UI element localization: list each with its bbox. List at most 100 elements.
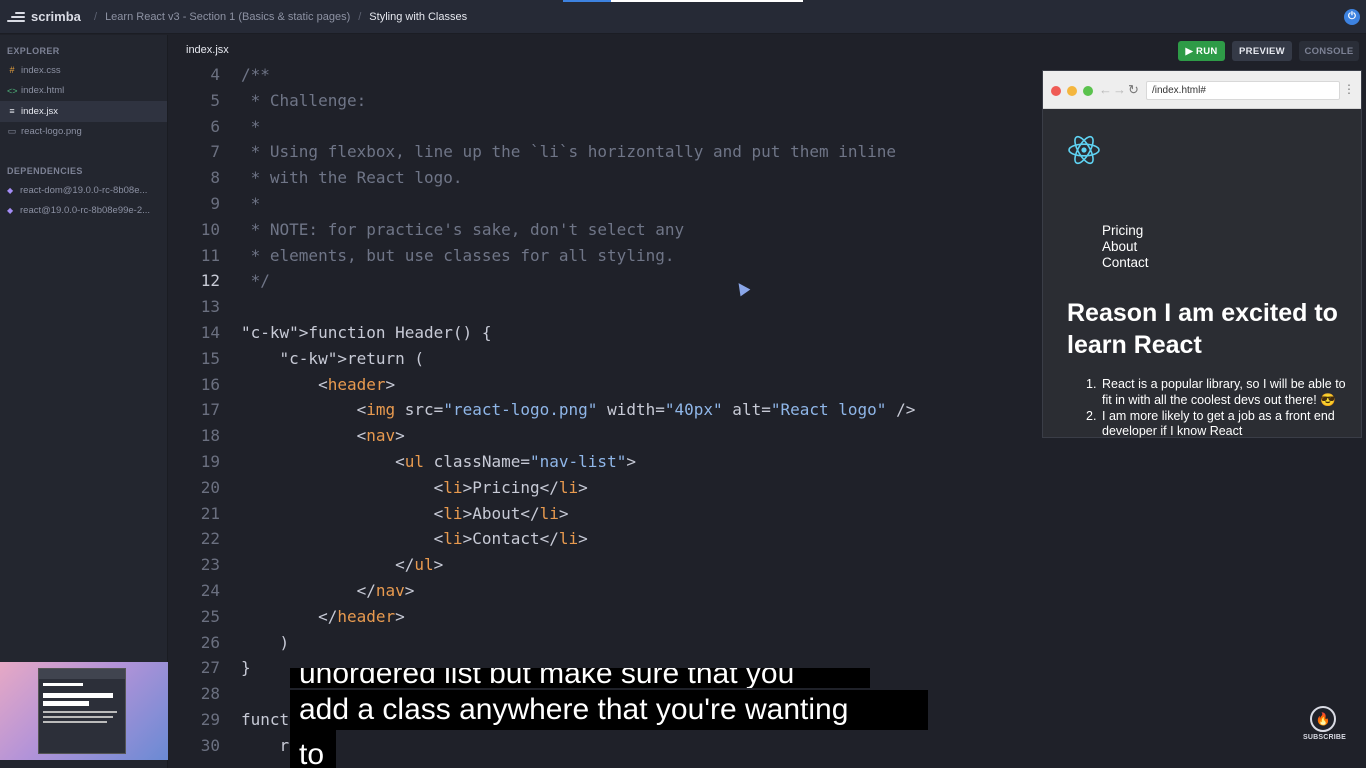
nav-item-pricing: Pricing — [1102, 223, 1144, 238]
file-name: react-logo.png — [21, 126, 82, 138]
file-item-index-jsx[interactable]: ≡ index.jsx — [0, 101, 167, 122]
line-text: * with the React logo. — [241, 168, 463, 188]
editor-tab[interactable]: index.jsx — [186, 44, 229, 56]
file-explorer: EXPLORER # index.css <> index.html ≡ ind… — [0, 35, 168, 768]
file-item-index-html[interactable]: <> index.html — [0, 81, 167, 102]
breadcrumb-lesson: Styling with Classes — [369, 10, 468, 23]
preview-button[interactable]: PREVIEW — [1232, 41, 1292, 61]
preview-heading: Reason I am excited to learn React — [1067, 299, 1338, 359]
breadcrumb-course[interactable]: Learn React v3 - Section 1 (Basics & sta… — [105, 11, 350, 23]
brand-name: scrimba — [31, 9, 81, 24]
forward-icon[interactable]: → — [1113, 82, 1126, 97]
line-text: * NOTE: for practice's sake, don't selec… — [241, 219, 685, 239]
file-name: index.css — [21, 64, 61, 76]
line-number: 28 — [200, 684, 220, 704]
explorer-title: EXPLORER — [7, 46, 60, 56]
reason-item: 2. I am more likely to get a job as a fro… — [1086, 408, 1335, 439]
line-number: 25 — [200, 606, 220, 626]
line-number: 18 — [200, 426, 220, 446]
loading-progress — [563, 0, 803, 2]
line-text: */ — [241, 271, 270, 291]
dependency-item[interactable]: ◆ react-dom@19.0.0-rc-8b08e... — [0, 180, 167, 201]
line-number: 11 — [200, 245, 220, 265]
line-text: <img src="react-logo.png" width="40px" a… — [356, 400, 916, 420]
line-text: <li>Contact</li> — [433, 529, 588, 549]
line-number: 4 — [210, 65, 220, 84]
preview-page: Pricing About Contact Reason I am excite… — [1043, 109, 1361, 440]
console-button[interactable]: CONSOLE — [1299, 41, 1359, 61]
line-number: 17 — [200, 400, 220, 420]
back-icon[interactable]: ← — [1099, 82, 1112, 97]
reason-text: I am more likely to get a job as a front… — [1102, 408, 1335, 439]
line-text: } — [241, 658, 251, 678]
line-number: 7 — [210, 142, 220, 162]
line-number: 12 — [200, 271, 220, 291]
line-text: <li>Pricing</li> — [433, 477, 588, 497]
reason-text: React is a popular library, so I will be… — [1102, 377, 1346, 407]
line-number: 14 — [200, 323, 220, 342]
line-number: 29 — [200, 710, 220, 729]
url-bar[interactable]: /index.html# — [1146, 81, 1340, 100]
image-file-icon: ▭ — [7, 126, 17, 137]
package-icon: ◆ — [7, 185, 14, 195]
nav-item-contact: Contact — [1102, 255, 1149, 270]
reason-item: 1. React is a popular library, so I will … — [1086, 377, 1346, 407]
jsx-file-icon: ≡ — [9, 106, 15, 117]
line-text: <ul className="nav-list"> — [395, 452, 636, 471]
file-item-index-css[interactable]: # index.css — [0, 60, 167, 81]
webcam-thumbnail — [0, 662, 168, 760]
reload-icon[interactable]: ↻ — [1128, 82, 1139, 98]
file-name: index.jsx — [21, 105, 58, 117]
line-number: 15 — [200, 348, 220, 368]
dependency-name: react@19.0.0-rc-8b08e99e-2... — [20, 205, 151, 217]
package-icon: ◆ — [7, 206, 14, 216]
line-number: 30 — [200, 735, 220, 755]
line-text: <nav> — [356, 426, 405, 446]
dependency-item[interactable]: ◆ react@19.0.0-rc-8b08e99e-2... — [0, 201, 167, 222]
close-dot-icon[interactable] — [1051, 86, 1061, 96]
dependencies-title: DEPENDENCIES — [7, 166, 83, 176]
power-icon[interactable]: ⏻ — [1344, 9, 1360, 25]
line-number: 26 — [200, 632, 220, 652]
file-name: index.html — [21, 85, 65, 97]
line-text: "c-kw">function Header() { — [241, 323, 492, 342]
browser-chrome: ← → ↻ /index.html# ⋮ — [1043, 71, 1361, 109]
line-number: 20 — [200, 477, 220, 497]
top-bar: scrimba / Learn React v3 - Section 1 (Ba… — [0, 0, 1366, 34]
caption-line-3: to — [290, 730, 336, 768]
file-item-react-logo[interactable]: ▭ react-logo.png — [0, 122, 167, 143]
css-file-icon: # — [9, 65, 15, 76]
scrimba-home-link[interactable]: scrimba — [0, 9, 86, 24]
line-text: </nav> — [356, 581, 415, 600]
run-button[interactable]: ▶ RUN — [1178, 41, 1225, 61]
mini-preview-image — [38, 668, 126, 754]
preview-browser: ← → ↻ /index.html# ⋮ Pricing About Conta… — [1043, 71, 1361, 440]
line-number: 23 — [200, 555, 220, 575]
preview-nav-list: Pricing About Contact — [1102, 223, 1149, 271]
subscribe-label: SUBSCRIBE — [1303, 734, 1347, 741]
caption-line-2: add a class anywhere that you're wanting — [290, 690, 928, 730]
line-text: * Using flexbox, line up the `li`s horiz… — [241, 142, 897, 162]
html-file-icon: <> — [7, 85, 18, 96]
line-number: 6 — [210, 116, 220, 136]
subscribe-button[interactable]: 🔥 SUBSCRIBE — [1303, 706, 1347, 741]
line-number: 10 — [200, 219, 220, 239]
line-text: </header> — [318, 606, 405, 626]
flame-icon: 🔥 — [1310, 706, 1336, 732]
react-logo-icon — [1068, 135, 1100, 165]
line-text: "c-kw">return ( — [279, 348, 425, 368]
line-text: /** — [241, 65, 270, 84]
reasons-list: 1. React is a popular library, so I will … — [1086, 377, 1352, 440]
line-number: 24 — [200, 581, 220, 600]
line-text: <header> — [318, 374, 396, 394]
line-number: 21 — [200, 503, 220, 523]
minimize-dot-icon[interactable] — [1067, 86, 1077, 96]
line-number: 27 — [200, 658, 220, 678]
line-number: 19 — [200, 452, 220, 471]
menu-icon[interactable]: ⋮ — [1343, 82, 1355, 96]
line-text: * elements, but use classes for all styl… — [241, 245, 675, 265]
maximize-dot-icon[interactable] — [1083, 86, 1093, 96]
line-number: 9 — [210, 194, 220, 213]
nav-item-about: About — [1102, 239, 1138, 254]
line-text: ) — [241, 632, 290, 652]
